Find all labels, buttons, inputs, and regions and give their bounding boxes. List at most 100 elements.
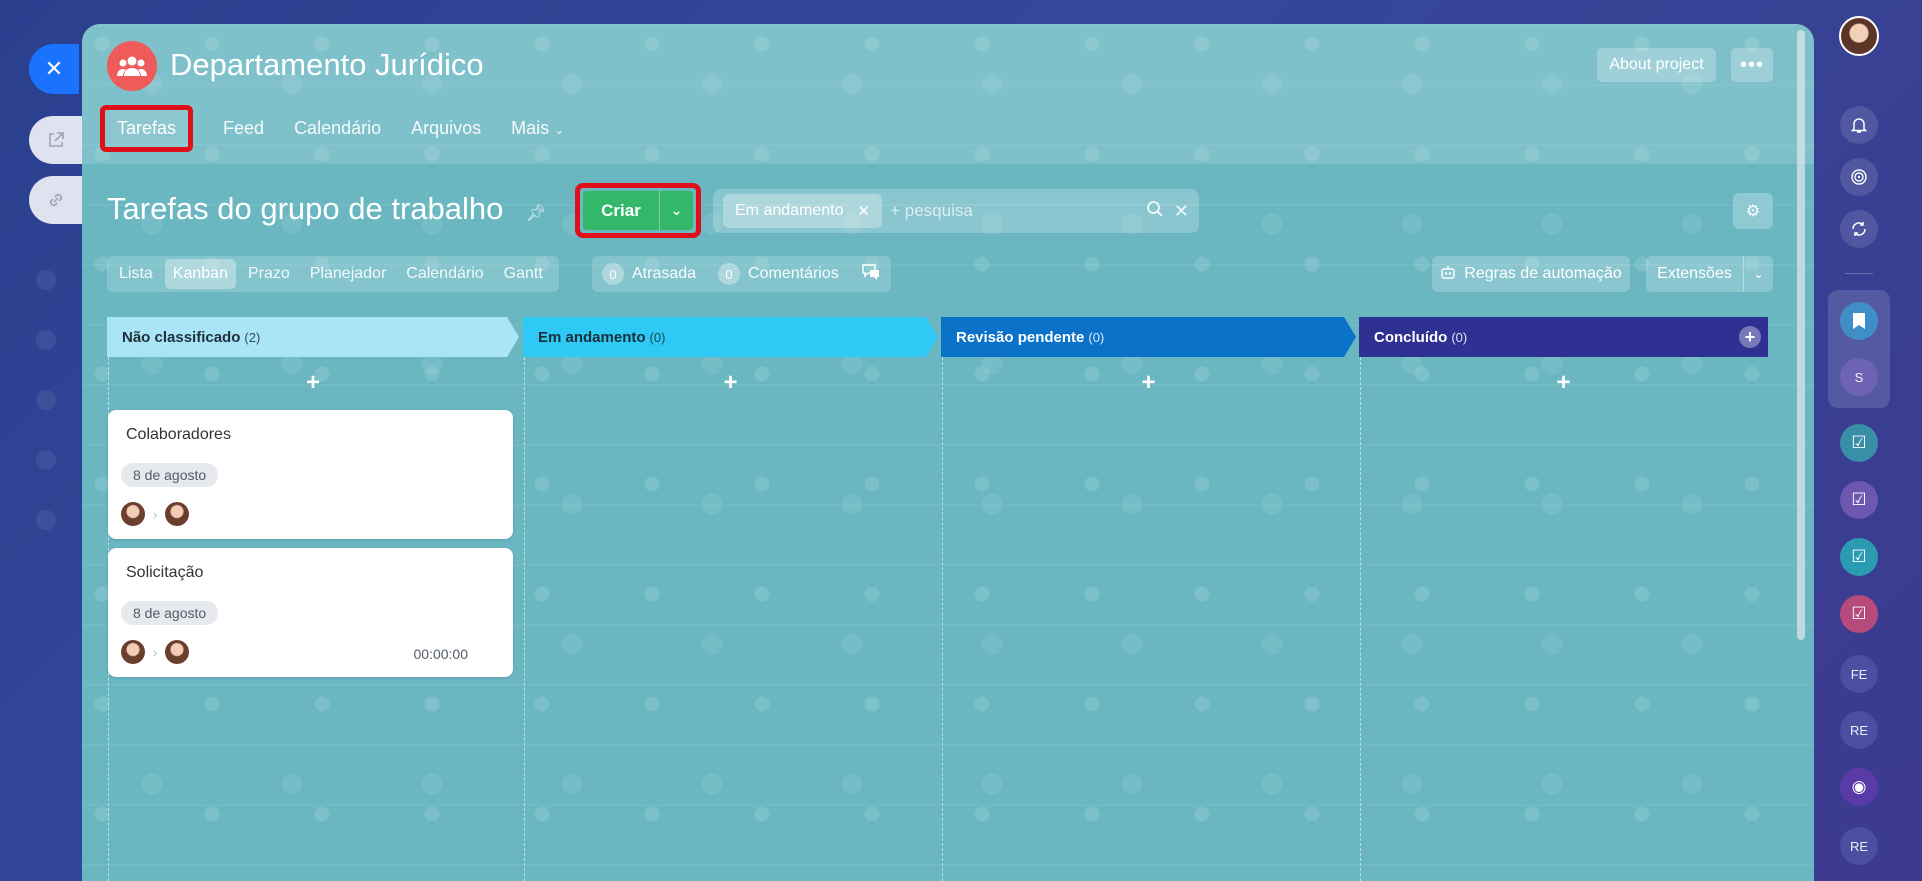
project-avatar[interactable]	[107, 41, 157, 91]
chat-avatar-re[interactable]: RE	[1840, 711, 1878, 749]
add-task-button[interactable]: +	[941, 369, 1356, 397]
add-task-button[interactable]: +	[523, 369, 938, 397]
view-tab-planejador[interactable]: Planejador	[302, 259, 395, 289]
task-deadline[interactable]: 8 de agosto	[121, 601, 219, 625]
clear-search-icon[interactable]: ✕	[1174, 201, 1189, 222]
chevron-right-icon: ›	[153, 644, 158, 660]
column-header[interactable]: Revisão pendente (0)	[941, 317, 1104, 357]
task-participants: ›	[121, 640, 190, 664]
close-slider-button[interactable]: ✕	[29, 44, 79, 94]
column-header[interactable]: Não classificado (2)	[107, 317, 260, 357]
rail-placeholder-icon	[36, 450, 56, 470]
column-title: Revisão pendente	[956, 328, 1085, 346]
column-title: Concluído	[1374, 328, 1448, 346]
add-task-button[interactable]: +	[107, 369, 519, 397]
view-tab-lista[interactable]: Lista	[111, 259, 161, 289]
nav-tab-tarefas[interactable]: Tarefas	[100, 104, 194, 152]
kanban-column-pending-review: Revisão pendente (0) +	[941, 317, 1356, 881]
notifications-button[interactable]	[1840, 106, 1878, 144]
user-avatar[interactable]	[1839, 16, 1879, 56]
rail-placeholder-icon	[36, 510, 56, 530]
filter-chip[interactable]: Em andamento ✕	[723, 194, 883, 228]
chat-bubble-icon[interactable]	[861, 263, 881, 286]
bookmark-button[interactable]	[1840, 302, 1878, 340]
column-header[interactable]: Em andamento (0)	[523, 317, 665, 357]
task-chat-button[interactable]: ☑	[1840, 595, 1878, 633]
checkbox-icon: ☑	[1851, 490, 1867, 509]
view-tab-kanban[interactable]: Kanban	[164, 259, 236, 289]
open-in-new-window-button[interactable]	[29, 116, 82, 164]
about-project-button[interactable]: About project	[1597, 48, 1716, 82]
pin-icon[interactable]: 📌︎	[526, 203, 546, 223]
sync-button[interactable]	[1840, 210, 1878, 248]
copy-link-button[interactable]	[29, 176, 82, 224]
chat-avatar-re[interactable]: RE	[1840, 827, 1878, 865]
task-title[interactable]: Solicitação	[126, 564, 203, 582]
remove-filter-icon[interactable]: ✕	[858, 202, 871, 220]
checkbox-icon: ☑	[1851, 433, 1867, 452]
overdue-count: 0	[602, 263, 624, 285]
column-count: (0)	[1451, 329, 1468, 345]
creator-avatar[interactable]	[121, 502, 145, 526]
creator-avatar[interactable]	[121, 640, 145, 664]
add-task-button[interactable]: +	[1359, 369, 1768, 397]
task-chat-button[interactable]: ☑	[1840, 481, 1878, 519]
chevron-right-icon: ›	[153, 506, 158, 522]
overdue-label: Atrasada	[632, 265, 697, 282]
task-chat-button[interactable]: ☑	[1840, 424, 1878, 462]
nav-tab-mais[interactable]: Mais ⌄	[511, 118, 564, 139]
comments-counter[interactable]: 0 Comentários	[718, 263, 839, 285]
chat-avatar-s[interactable]: S	[1840, 358, 1878, 396]
nav-tab-mais-label: Mais	[511, 117, 550, 138]
counters-bar: 0 Atrasada 0 Comentários	[592, 256, 891, 292]
task-participants: ›	[121, 502, 190, 526]
column-divider	[942, 357, 943, 881]
rail-divider	[1845, 273, 1873, 274]
fingerprint-icon	[1851, 169, 1867, 185]
task-chat-button[interactable]: ☑	[1840, 538, 1878, 576]
robot-icon	[1440, 265, 1456, 283]
more-options-button[interactable]: •••	[1731, 48, 1773, 82]
view-tab-prazo[interactable]: Prazo	[240, 259, 298, 289]
task-timer: 00:00:00	[413, 646, 469, 662]
column-count: (0)	[1088, 329, 1105, 345]
add-column-button[interactable]: +	[1739, 326, 1761, 348]
chevron-down-icon: ⌄	[1753, 266, 1764, 281]
view-tab-gantt[interactable]: Gantt	[496, 259, 551, 289]
activity-button[interactable]	[1840, 158, 1878, 196]
nav-tab-feed[interactable]: Feed	[223, 118, 264, 139]
chat-group-button[interactable]: ◉	[1840, 768, 1878, 806]
refresh-icon	[1852, 222, 1866, 236]
create-dropdown-toggle[interactable]: ⌄	[659, 191, 693, 230]
create-button-label: Criar	[601, 200, 641, 220]
task-card[interactable]: Solicitação 8 de agosto › 00:00:00	[108, 548, 513, 677]
close-icon: ✕	[44, 56, 64, 81]
search-input[interactable]	[890, 201, 1136, 221]
column-count: (0)	[649, 329, 666, 345]
left-rail: ✕	[0, 0, 82, 881]
view-tab-calendario[interactable]: Calendário	[398, 259, 491, 289]
chat-avatar-fe[interactable]: FE	[1840, 655, 1878, 693]
overdue-counter[interactable]: 0 Atrasada	[602, 263, 696, 285]
create-button-highlight: Criar ⌄	[575, 183, 701, 238]
rail-placeholder-icon	[36, 390, 56, 410]
search-filter-box[interactable]: Em andamento ✕ ✕	[713, 189, 1199, 233]
task-card[interactable]: Colaboradores 8 de agosto ›	[108, 410, 513, 539]
search-icon[interactable]	[1146, 200, 1164, 223]
task-deadline[interactable]: 8 de agosto	[121, 463, 219, 487]
extensions-button[interactable]: Extensões ⌄	[1646, 256, 1773, 292]
scrollbar[interactable]	[1797, 30, 1805, 640]
settings-button[interactable]: ⚙	[1733, 193, 1773, 229]
assignee-avatar[interactable]	[165, 502, 190, 526]
assignee-avatar[interactable]	[165, 640, 190, 664]
nav-tab-arquivos[interactable]: Arquivos	[411, 118, 481, 139]
nav-tab-calendario[interactable]: Calendário	[294, 118, 381, 139]
automation-rules-button[interactable]: Regras de automação	[1432, 256, 1630, 292]
create-button[interactable]: Criar ⌄	[583, 191, 693, 230]
column-divider	[524, 357, 525, 881]
extensions-dropdown-toggle[interactable]: ⌄	[1743, 256, 1773, 292]
rail-placeholder-icon	[36, 330, 56, 350]
task-title[interactable]: Colaboradores	[126, 426, 231, 444]
kanban-column-in-progress: Em andamento (0) +	[523, 317, 938, 881]
column-header[interactable]: Concluído (0)	[1359, 317, 1467, 357]
